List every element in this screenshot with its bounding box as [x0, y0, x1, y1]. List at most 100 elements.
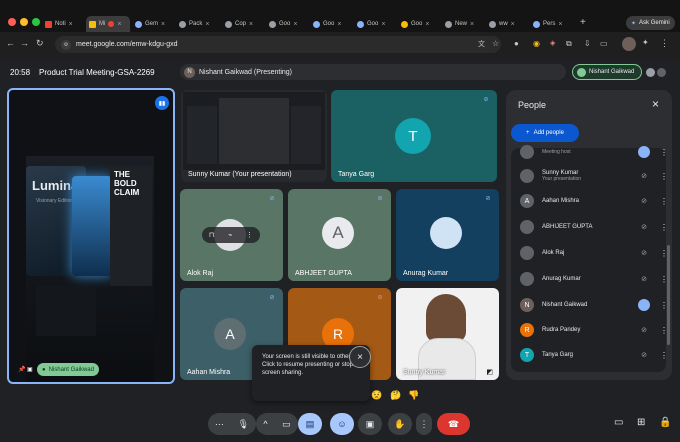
- close-tab-icon[interactable]: ×: [558, 21, 562, 28]
- pin-icon[interactable]: ⊓: [209, 231, 214, 239]
- tab-5[interactable]: Goo ×: [266, 16, 308, 32]
- emoji-button[interactable]: ☺: [330, 413, 354, 435]
- close-window-button[interactable]: [8, 18, 16, 26]
- more-options-icon[interactable]: ⋮: [660, 197, 668, 206]
- reload-icon[interactable]: ↻: [36, 38, 44, 49]
- ask-gemini-button[interactable]: ✦ Ask Gemini: [626, 16, 675, 30]
- participant-row[interactable]: Anurag Kumar ⊘ ⋮: [520, 267, 668, 291]
- mute-icon[interactable]: ⌁: [228, 231, 232, 239]
- self-chip[interactable]: Nishant Gaikwad: [572, 64, 642, 80]
- mic-control: ⋯ 🎙: [208, 413, 256, 435]
- tab-6[interactable]: Goo ×: [310, 16, 352, 32]
- participant-row[interactable]: R Rudra Pandey ⊘ ⋮: [520, 318, 668, 342]
- close-panel-icon[interactable]: ×: [652, 97, 659, 111]
- extensions-icon[interactable]: ⧉: [566, 39, 572, 49]
- tab-1-active[interactable]: Mi ×: [86, 16, 130, 32]
- forward-icon[interactable]: →: [20, 38, 29, 48]
- tab-2[interactable]: Gem ×: [132, 16, 174, 32]
- site-info-icon[interactable]: ⚙: [61, 39, 71, 50]
- more-options-icon[interactable]: ⋮: [660, 148, 668, 157]
- reaction-thumbs-down[interactable]: 👎: [408, 390, 419, 401]
- participant-row[interactable]: ABHIJEET GUPTA ⊘ ⋮: [520, 215, 668, 239]
- tab-0[interactable]: Noti ×: [42, 16, 84, 32]
- tab-10[interactable]: ww ×: [486, 16, 528, 32]
- video-tile-alok[interactable]: ⊓ ⌁ ⋮ ⊘ Alok Raj: [180, 189, 283, 281]
- tab-3[interactable]: Pack ×: [176, 16, 220, 32]
- gemini-icon[interactable]: ✦: [642, 38, 649, 47]
- address-bar[interactable]: ⚙ meet.google.com/emw-kdgu-gxd: [55, 36, 501, 53]
- close-tab-icon[interactable]: ×: [511, 21, 515, 28]
- download-icon[interactable]: ⇩: [584, 39, 591, 48]
- tab-4[interactable]: Cop ×: [222, 16, 264, 32]
- extension-icon[interactable]: ●: [514, 39, 519, 48]
- participants-avatars[interactable]: [646, 64, 672, 80]
- video-tile-tanya[interactable]: T ⊘ Tanya Garg: [331, 90, 497, 182]
- video-tile-anurag[interactable]: ⊘ Anurag Kumar: [396, 189, 499, 281]
- close-tab-icon[interactable]: ×: [381, 21, 385, 28]
- close-toast-button[interactable]: ×: [349, 346, 371, 368]
- close-tab-icon[interactable]: ×: [161, 21, 165, 28]
- bookmark-icon[interactable]: ☆: [492, 39, 499, 48]
- reaction-thinking[interactable]: 🤔: [390, 390, 401, 401]
- maximize-window-button[interactable]: [32, 18, 40, 26]
- participant-row[interactable]: Meeting host ⋮: [520, 140, 668, 164]
- present-button[interactable]: ▣: [358, 413, 382, 435]
- chevron-up-icon[interactable]: ^: [263, 419, 267, 429]
- close-tab-icon[interactable]: ×: [470, 21, 474, 28]
- tab-9[interactable]: New ×: [442, 16, 484, 32]
- leave-call-button[interactable]: ☎: [437, 413, 470, 435]
- sidepanel-icon[interactable]: ▭: [600, 39, 608, 48]
- more-audio-options-icon[interactable]: ⋯: [215, 419, 224, 430]
- preview-slide: [187, 106, 217, 164]
- more-options-icon[interactable]: ⋮: [660, 249, 668, 258]
- extension-icon[interactable]: ◈: [550, 39, 555, 47]
- participant-row[interactable]: A Aahan Mishra ⊘ ⋮: [520, 189, 668, 213]
- close-tab-icon[interactable]: ×: [337, 21, 341, 28]
- raise-hand-button[interactable]: ✋: [388, 413, 412, 435]
- close-tab-icon[interactable]: ×: [117, 21, 121, 28]
- pin-icon[interactable]: 📌: [18, 366, 25, 373]
- presentation-tile[interactable]: Lumina X Visionary Edition THE BOLD CLAI…: [7, 88, 175, 384]
- globe-icon: [445, 20, 452, 28]
- tab-7[interactable]: Goo ×: [354, 16, 396, 32]
- captions-button[interactable]: ▤: [298, 413, 322, 435]
- more-options-icon[interactable]: ⋮: [660, 351, 668, 360]
- close-tab-icon[interactable]: ×: [293, 21, 297, 28]
- video-tile-sunny-camera[interactable]: Sunny Kumar ◩: [396, 288, 499, 380]
- reaction-worried[interactable]: 😟: [371, 390, 382, 401]
- new-tab-icon[interactable]: +: [580, 17, 586, 28]
- host-controls-icon[interactable]: 🔒: [659, 417, 671, 428]
- tab-11[interactable]: Pers ×: [530, 16, 574, 32]
- more-options-icon[interactable]: ⋮: [660, 301, 668, 310]
- pip-icon[interactable]: ◩: [486, 368, 493, 376]
- minimize-window-button[interactable]: [20, 18, 28, 26]
- participant-row[interactable]: Sunny Kumar Your presentation ⊘ ⋮: [520, 164, 668, 188]
- more-options-icon[interactable]: ⋮: [660, 275, 668, 284]
- translate-icon[interactable]: 文: [478, 39, 485, 49]
- more-options-button[interactable]: ⋮: [416, 413, 432, 435]
- close-tab-icon[interactable]: ×: [205, 21, 209, 28]
- more-options-icon[interactable]: ⋮: [660, 326, 668, 335]
- emoji-icon: ☺: [337, 419, 347, 429]
- participant-row[interactable]: N Nishant Gaikwad ⋮: [520, 293, 668, 317]
- tab-8[interactable]: Goo ×: [398, 16, 440, 32]
- more-icon[interactable]: ⋮: [246, 231, 253, 239]
- microphone-icon[interactable]: 🎙: [238, 419, 249, 430]
- camera-icon[interactable]: ▭: [282, 419, 291, 430]
- extension-icon[interactable]: ◉: [533, 39, 540, 48]
- profile-avatar[interactable]: [622, 37, 636, 51]
- keep-icon: [401, 20, 408, 28]
- close-tab-icon[interactable]: ×: [69, 21, 73, 28]
- video-tile-abhijeet[interactable]: A ⊘ ABHJEET GUPTA: [288, 189, 391, 281]
- more-options-icon[interactable]: ⋮: [660, 172, 668, 181]
- close-tab-icon[interactable]: ×: [249, 21, 253, 28]
- more-options-icon[interactable]: ⋮: [660, 223, 668, 232]
- participant-row[interactable]: Alok Raj ⊘ ⋮: [520, 241, 668, 265]
- activities-icon[interactable]: ⊞: [637, 417, 645, 428]
- close-tab-icon[interactable]: ×: [425, 21, 429, 28]
- participant-row[interactable]: T Tanya Garg ⊘ ⋮: [520, 343, 668, 367]
- menu-icon[interactable]: ⋮: [660, 38, 669, 49]
- video-tile-sunny[interactable]: Sunny Kumar (Your presentation): [181, 90, 327, 182]
- back-icon[interactable]: ←: [6, 38, 15, 48]
- chat-icon[interactable]: ▭: [614, 417, 623, 428]
